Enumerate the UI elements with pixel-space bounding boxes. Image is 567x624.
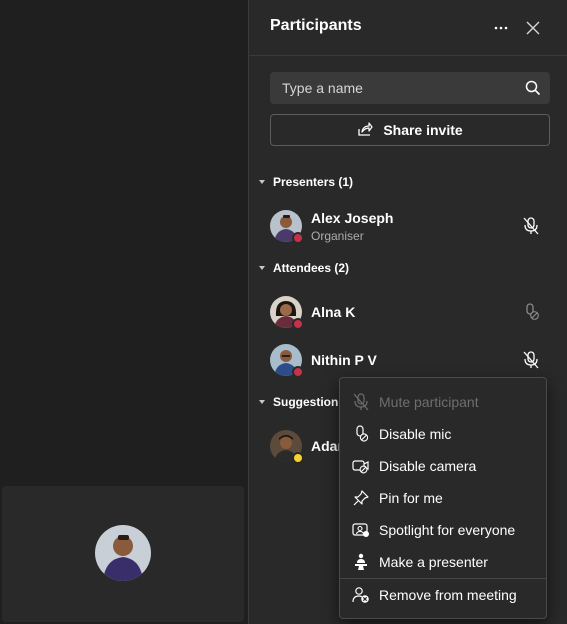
more-icon bbox=[494, 26, 508, 30]
menu-item-label: Make a presenter bbox=[379, 554, 488, 570]
close-icon bbox=[526, 21, 540, 35]
mic-disabled-icon bbox=[522, 302, 540, 327]
menu-item-disable-camera[interactable]: Disable camera bbox=[340, 450, 546, 482]
menu-item-make-presenter[interactable]: Make a presenter bbox=[340, 546, 546, 578]
busy-status-icon bbox=[292, 366, 304, 378]
participant-name: Alex Joseph bbox=[311, 210, 394, 226]
menu-item-mute-participant[interactable]: Mute participant bbox=[340, 386, 546, 418]
caret-down-icon bbox=[259, 266, 265, 270]
busy-status-icon bbox=[292, 232, 304, 244]
presenter-icon bbox=[351, 552, 371, 572]
share-icon bbox=[357, 121, 373, 140]
participant-context-menu: Mute participant Disable mic Disable cam… bbox=[339, 377, 547, 619]
self-avatar bbox=[95, 525, 151, 581]
search-icon[interactable] bbox=[525, 80, 541, 101]
spotlight-icon bbox=[351, 520, 371, 540]
section-label: Presenters (1) bbox=[273, 175, 354, 189]
mic-off-icon bbox=[522, 350, 540, 375]
section-attendees[interactable]: Attendees (2) bbox=[257, 261, 349, 275]
menu-item-remove-from-meeting[interactable]: Remove from meeting bbox=[340, 579, 546, 611]
share-invite-label: Share invite bbox=[383, 122, 463, 138]
share-invite-button[interactable]: Share invite bbox=[270, 114, 550, 146]
section-label: Attendees (2) bbox=[273, 261, 350, 275]
menu-item-disable-mic[interactable]: Disable mic bbox=[340, 418, 546, 450]
caret-down-icon bbox=[259, 400, 265, 404]
close-button[interactable] bbox=[520, 15, 546, 41]
menu-item-label: Mute participant bbox=[379, 394, 479, 410]
participant-name: Alna K bbox=[311, 304, 356, 320]
away-status-icon bbox=[292, 452, 304, 464]
more-options-button[interactable] bbox=[488, 15, 514, 41]
participant-name: Nithin P V bbox=[311, 352, 377, 368]
menu-item-label: Disable mic bbox=[379, 426, 452, 442]
busy-status-icon bbox=[292, 318, 304, 330]
mic-disable-icon bbox=[351, 424, 371, 444]
panel-header: Participants bbox=[249, 0, 567, 56]
remove-person-icon bbox=[351, 585, 371, 605]
self-video-tile[interactable] bbox=[2, 486, 244, 622]
mic-off-icon bbox=[351, 392, 371, 412]
participant-nithin-p-v[interactable]: Nithin P V bbox=[270, 340, 560, 380]
menu-item-label: Disable camera bbox=[379, 458, 477, 474]
pin-icon bbox=[351, 488, 371, 508]
participant-role: Organiser bbox=[311, 229, 364, 243]
participant-alex-joseph[interactable]: Alex Joseph Organiser bbox=[270, 206, 560, 246]
search-box bbox=[270, 72, 550, 104]
menu-item-label: Remove from meeting bbox=[379, 587, 517, 603]
menu-item-spotlight[interactable]: Spotlight for everyone bbox=[340, 514, 546, 546]
menu-item-pin-for-me[interactable]: Pin for me bbox=[340, 482, 546, 514]
participant-alna-k[interactable]: Alna K bbox=[270, 292, 560, 332]
section-label: Suggestions bbox=[273, 395, 346, 409]
section-suggestions[interactable]: Suggestions bbox=[257, 395, 345, 409]
mic-off-icon bbox=[522, 216, 540, 241]
search-input[interactable] bbox=[270, 72, 520, 104]
menu-item-label: Pin for me bbox=[379, 490, 443, 506]
caret-down-icon bbox=[259, 180, 265, 184]
menu-item-label: Spotlight for everyone bbox=[379, 522, 516, 538]
camera-disable-icon bbox=[351, 456, 371, 476]
meeting-stage bbox=[0, 0, 248, 624]
panel-title: Participants bbox=[270, 17, 362, 34]
section-presenters[interactable]: Presenters (1) bbox=[257, 175, 353, 189]
